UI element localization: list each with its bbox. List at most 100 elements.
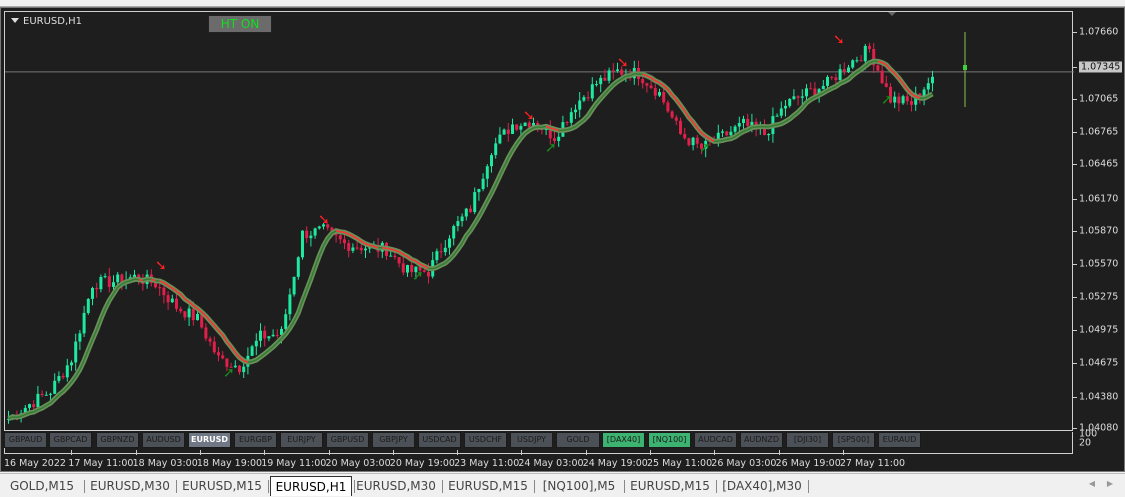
bull-candle <box>595 84 598 86</box>
symbol-button-gbpnzd[interactable]: GBPNZD <box>96 432 139 448</box>
ht-on-button[interactable]: HT ON <box>208 15 272 33</box>
bull-candle <box>443 247 447 253</box>
tab-eurusd-m30[interactable]: EURUSD,M30 <box>352 476 440 496</box>
trend-line-segment <box>625 74 631 78</box>
price-axis: 1.07660 1.07345 1.07065 1.06765 1.06465 1.061… <box>1073 11 1125 461</box>
bull-candle <box>838 69 842 81</box>
bear-candle <box>162 287 166 296</box>
buy-arrow-icon: ➚ <box>699 140 711 156</box>
bear-candle <box>515 124 519 130</box>
tab-eurusd-h1[interactable]: EURUSD,H1 <box>270 476 352 496</box>
symbol-button-audusd[interactable]: AUDUSD <box>142 432 185 448</box>
price-tick <box>1073 67 1077 68</box>
shift-marker-icon <box>888 12 896 16</box>
bull-candle <box>931 76 934 84</box>
symbol-button-sp500[interactable]: [SP500] <box>832 432 875 448</box>
tab-eurusd-m30[interactable]: EURUSD,M30 <box>86 476 174 496</box>
bear-candle <box>166 295 170 303</box>
bull-candle <box>435 251 439 261</box>
tab-separator <box>84 480 85 493</box>
symbol-button-nq100[interactable]: [NQ100] <box>648 432 691 448</box>
buy-arrow-icon: ➚ <box>223 365 235 381</box>
bull-candle <box>456 221 460 227</box>
time-label: 16 May 2022 <box>4 458 66 469</box>
bull-candle <box>28 404 31 408</box>
chart-window[interactable]: ➘ ➚ ➘ ➚ ➘ ➚ ➘ ➚ ➘ ➚ EURUSD,H1 HT ON 1.07660 1.0734… <box>0 7 1125 472</box>
bull-candle <box>364 248 367 251</box>
tab-eurusd-m15[interactable]: EURUSD,M15 <box>178 476 266 496</box>
time-label: 25 May 11:00 <box>647 458 713 469</box>
symbol-button-eurgbp[interactable]: EURGBP <box>234 432 277 448</box>
symbol-button-euraud[interactable]: EURAUD <box>878 432 921 448</box>
bull-candle <box>196 313 199 321</box>
bear-candle <box>401 263 405 273</box>
price-label: 1.04975 <box>1079 324 1119 336</box>
tab--nq100-m5[interactable]: [NQ100],M5 <box>536 476 622 496</box>
symbol-button-audnzd[interactable]: AUDNZD <box>740 432 783 448</box>
price-tick <box>1073 32 1077 33</box>
price-label: 1.06170 <box>1079 193 1119 205</box>
time-label: 20 May 03:00 <box>325 458 391 469</box>
bull-candle <box>250 346 254 356</box>
bear-candle <box>662 92 666 103</box>
bull-candle <box>498 134 502 144</box>
time-tick <box>135 450 137 455</box>
symbol-button-eurusd[interactable]: EURUSD <box>188 432 231 448</box>
time-label: 24 May 19:00 <box>582 458 648 469</box>
symbol-button-usdjpy[interactable]: USDJPY <box>510 432 553 448</box>
bull-candle <box>288 294 292 315</box>
price-label: 1.07660 <box>1079 26 1119 38</box>
bear-candle <box>208 338 212 342</box>
bull-candle <box>170 298 174 303</box>
bull-candle <box>36 393 40 408</box>
bull-candle <box>351 247 355 251</box>
bear-candle <box>649 85 653 89</box>
symbol-button-gbpaud[interactable]: GBPAUD <box>4 432 47 448</box>
trend-line-segment <box>718 139 723 142</box>
price-label: 1.05275 <box>1079 291 1119 303</box>
tab--dax40-m30[interactable]: [DAX40],M30 <box>718 476 806 496</box>
symbol-button-usdchf[interactable]: USDCHF <box>464 432 507 448</box>
tab-eurusd-m15[interactable]: EURUSD,M15 <box>626 476 714 496</box>
bear-candle <box>343 239 346 244</box>
bull-candle <box>82 312 86 334</box>
time-tick <box>714 450 716 455</box>
bull-candle <box>855 60 859 62</box>
tab-separator <box>716 480 717 493</box>
buy-arrow-icon: ➚ <box>545 140 557 156</box>
scroll-left-icon[interactable]: ◀ <box>1089 479 1095 488</box>
symbol-button-eurjpy[interactable]: EURJPY <box>280 432 323 448</box>
price-plot[interactable]: ➘ ➚ ➘ ➚ ➘ ➚ ➘ ➚ ➘ ➚ EURUSD,H1 HT ON <box>4 11 1074 431</box>
tab-gold-m15[interactable]: GOLD,M15 <box>2 476 82 496</box>
price-tick <box>1073 297 1077 298</box>
time-tick <box>264 450 266 455</box>
trend-line-segment <box>541 125 547 128</box>
time-tick <box>842 450 844 455</box>
bull-candle <box>826 76 829 86</box>
bull-candle <box>86 298 90 313</box>
symbol-button-gbpcad[interactable]: GBPCAD <box>49 432 92 448</box>
price-tick <box>1073 363 1077 364</box>
bear-candle <box>191 308 195 321</box>
dropdown-triangle-icon[interactable] <box>11 18 19 23</box>
price-tick <box>1073 99 1077 100</box>
tab-eurusd-m15[interactable]: EURUSD,M15 <box>444 476 532 496</box>
symbol-button-dji30[interactable]: [DJI30] <box>786 432 829 448</box>
sell-arrow-icon: ➘ <box>617 55 629 71</box>
bear-candle <box>506 129 510 134</box>
bear-candle <box>359 247 363 251</box>
bull-candle <box>926 83 930 90</box>
scroll-right-icon[interactable]: ▶ <box>1107 479 1113 488</box>
chart-symbol-label: EURUSD,H1 <box>23 16 83 27</box>
symbol-button-gbpjpy[interactable]: GBPJPY <box>372 432 415 448</box>
bull-candle <box>99 276 103 290</box>
time-label: 19 May 11:00 <box>261 458 327 469</box>
symbol-button-usdcad[interactable]: USDCAD <box>418 432 461 448</box>
bear-candle <box>107 276 111 287</box>
bull-candle <box>658 92 661 96</box>
symbol-button-audcad[interactable]: AUDCAD <box>694 432 737 448</box>
symbol-button-gbpusd[interactable]: GBPUSD <box>326 432 369 448</box>
symbol-button-gold[interactable]: GOLD <box>556 432 600 448</box>
symbol-button-dax40[interactable]: [DAX40] <box>602 432 645 448</box>
time-label: 20 May 19:00 <box>389 458 455 469</box>
